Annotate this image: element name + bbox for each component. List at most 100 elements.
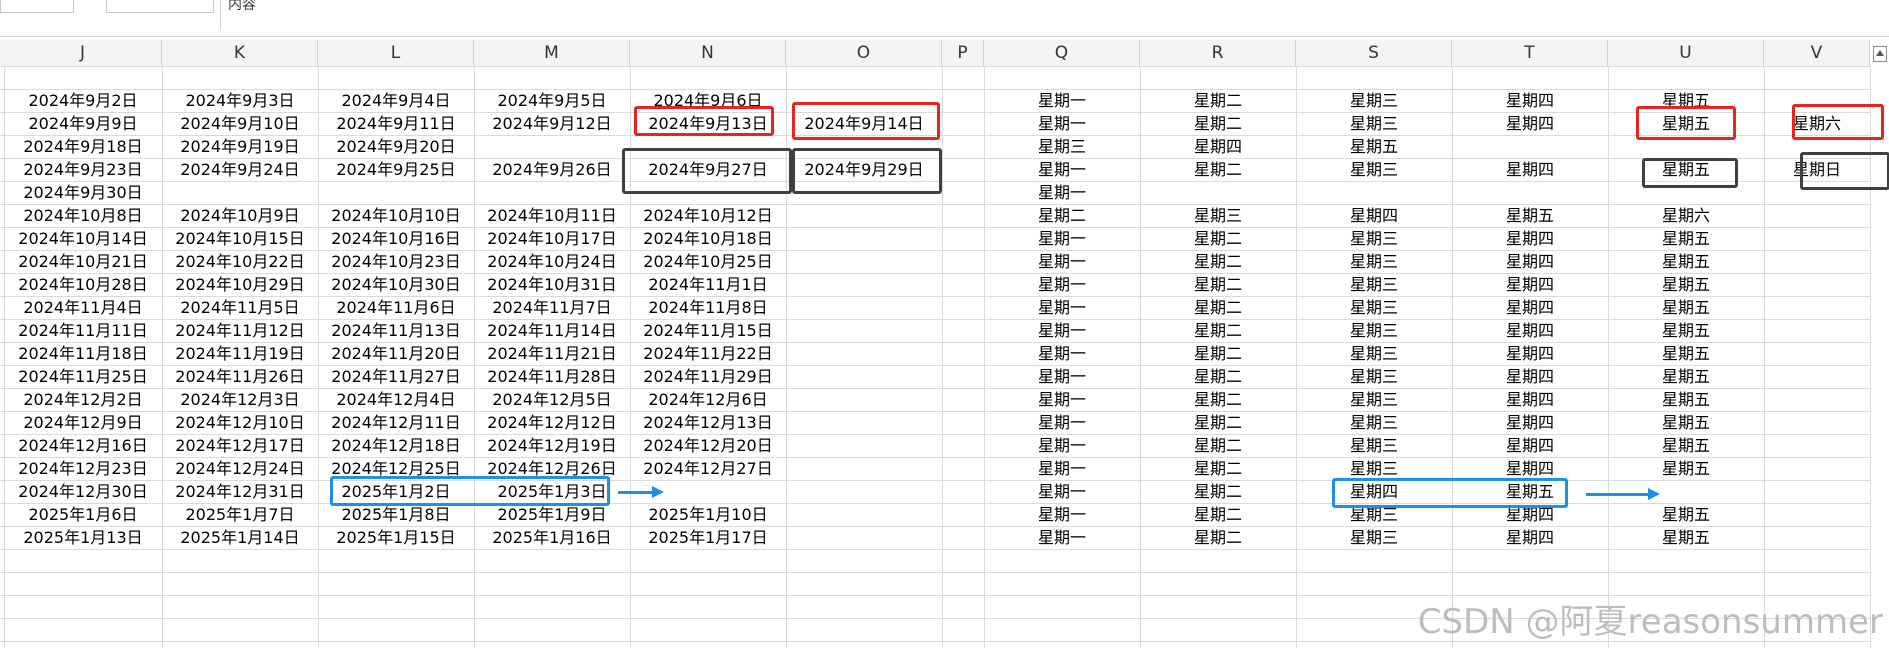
cell-k-8[interactable]: 2024年10月22日 bbox=[162, 250, 318, 273]
cell-u-14[interactable]: 星期五 bbox=[1608, 388, 1764, 411]
formula-input[interactable]: 内容 bbox=[228, 0, 256, 14]
column-header-m[interactable]: M bbox=[474, 40, 630, 66]
cell-m-8[interactable]: 2024年10月24日 bbox=[474, 250, 630, 273]
cell-u-16[interactable]: 星期五 bbox=[1608, 434, 1764, 457]
cell-t-12[interactable]: 星期四 bbox=[1452, 342, 1608, 365]
cell-k-14[interactable]: 2024年12月3日 bbox=[162, 388, 318, 411]
column-header-u[interactable]: U bbox=[1608, 40, 1764, 66]
cell-l-20[interactable]: 2025年1月15日 bbox=[318, 526, 474, 549]
cell-k-18[interactable]: 2024年12月31日 bbox=[162, 480, 318, 503]
cell-s-4[interactable]: 星期三 bbox=[1296, 158, 1452, 181]
cell-u-9[interactable]: 星期五 bbox=[1608, 273, 1764, 296]
cell-s-13[interactable]: 星期三 bbox=[1296, 365, 1452, 388]
cell-m-12[interactable]: 2024年11月21日 bbox=[474, 342, 630, 365]
cell-q-16[interactable]: 星期一 bbox=[984, 434, 1140, 457]
cell-r-14[interactable]: 星期二 bbox=[1140, 388, 1296, 411]
cell-q-6[interactable]: 星期二 bbox=[984, 204, 1140, 227]
cell-k-19[interactable]: 2025年1月7日 bbox=[162, 503, 318, 526]
cell-r-15[interactable]: 星期二 bbox=[1140, 411, 1296, 434]
cell-r-17[interactable]: 星期二 bbox=[1140, 457, 1296, 480]
cell-k-12[interactable]: 2024年11月19日 bbox=[162, 342, 318, 365]
cell-n-20[interactable]: 2025年1月17日 bbox=[630, 526, 786, 549]
column-header-o[interactable]: O bbox=[786, 40, 942, 66]
cell-q-4[interactable]: 星期一 bbox=[984, 158, 1140, 181]
cell-m-14[interactable]: 2024年12月5日 bbox=[474, 388, 630, 411]
cell-r-11[interactable]: 星期二 bbox=[1140, 319, 1296, 342]
column-header-r[interactable]: R bbox=[1140, 40, 1296, 66]
cell-l-3[interactable]: 2024年9月20日 bbox=[318, 135, 474, 158]
cell-s-2[interactable]: 星期三 bbox=[1296, 112, 1452, 135]
cell-j-8[interactable]: 2024年10月21日 bbox=[4, 250, 162, 273]
cell-n-12[interactable]: 2024年11月22日 bbox=[630, 342, 786, 365]
cell-j-12[interactable]: 2024年11月18日 bbox=[4, 342, 162, 365]
cell-k-16[interactable]: 2024年12月17日 bbox=[162, 434, 318, 457]
cell-k-7[interactable]: 2024年10月15日 bbox=[162, 227, 318, 250]
cell-l-1[interactable]: 2024年9月4日 bbox=[318, 89, 474, 112]
cell-s-14[interactable]: 星期三 bbox=[1296, 388, 1452, 411]
cell-q-2[interactable]: 星期一 bbox=[984, 112, 1140, 135]
cell-t-20[interactable]: 星期四 bbox=[1452, 526, 1608, 549]
cell-l-14[interactable]: 2024年12月4日 bbox=[318, 388, 474, 411]
cell-k-13[interactable]: 2024年11月26日 bbox=[162, 365, 318, 388]
cell-q-20[interactable]: 星期一 bbox=[984, 526, 1140, 549]
cell-j-16[interactable]: 2024年12月16日 bbox=[4, 434, 162, 457]
cell-u-12[interactable]: 星期五 bbox=[1608, 342, 1764, 365]
cell-k-10[interactable]: 2024年11月5日 bbox=[162, 296, 318, 319]
cell-j-11[interactable]: 2024年11月11日 bbox=[4, 319, 162, 342]
cell-s-8[interactable]: 星期三 bbox=[1296, 250, 1452, 273]
cell-r-16[interactable]: 星期二 bbox=[1140, 434, 1296, 457]
cell-q-13[interactable]: 星期一 bbox=[984, 365, 1140, 388]
cell-j-3[interactable]: 2024年9月18日 bbox=[4, 135, 162, 158]
cell-n-7[interactable]: 2024年10月18日 bbox=[630, 227, 786, 250]
cell-r-20[interactable]: 星期二 bbox=[1140, 526, 1296, 549]
cell-s-6[interactable]: 星期四 bbox=[1296, 204, 1452, 227]
cell-u-20[interactable]: 星期五 bbox=[1608, 526, 1764, 549]
cell-n-14[interactable]: 2024年12月6日 bbox=[630, 388, 786, 411]
cell-n-13[interactable]: 2024年11月29日 bbox=[630, 365, 786, 388]
cell-m-1[interactable]: 2024年9月5日 bbox=[474, 89, 630, 112]
cell-q-8[interactable]: 星期一 bbox=[984, 250, 1140, 273]
cell-n-17[interactable]: 2024年12月27日 bbox=[630, 457, 786, 480]
cell-j-4[interactable]: 2024年9月23日 bbox=[4, 158, 162, 181]
name-box[interactable] bbox=[0, 0, 74, 13]
cell-u-6[interactable]: 星期六 bbox=[1608, 204, 1764, 227]
cell-s-9[interactable]: 星期三 bbox=[1296, 273, 1452, 296]
cell-r-6[interactable]: 星期三 bbox=[1140, 204, 1296, 227]
cell-t-17[interactable]: 星期四 bbox=[1452, 457, 1608, 480]
cell-k-4[interactable]: 2024年9月24日 bbox=[162, 158, 318, 181]
cell-q-1[interactable]: 星期一 bbox=[984, 89, 1140, 112]
cell-m-20[interactable]: 2025年1月16日 bbox=[474, 526, 630, 549]
cell-n-11[interactable]: 2024年11月15日 bbox=[630, 319, 786, 342]
cell-m-6[interactable]: 2024年10月11日 bbox=[474, 204, 630, 227]
cell-n-8[interactable]: 2024年10月25日 bbox=[630, 250, 786, 273]
column-header-k[interactable]: K bbox=[162, 40, 318, 66]
cell-k-1[interactable]: 2024年9月3日 bbox=[162, 89, 318, 112]
cell-q-5[interactable]: 星期一 bbox=[984, 181, 1140, 204]
cell-q-12[interactable]: 星期一 bbox=[984, 342, 1140, 365]
cell-m-4[interactable]: 2024年9月26日 bbox=[474, 158, 630, 181]
cell-s-10[interactable]: 星期三 bbox=[1296, 296, 1452, 319]
cell-q-18[interactable]: 星期一 bbox=[984, 480, 1140, 503]
cell-q-3[interactable]: 星期三 bbox=[984, 135, 1140, 158]
column-header-n[interactable]: N bbox=[630, 40, 786, 66]
cell-l-12[interactable]: 2024年11月20日 bbox=[318, 342, 474, 365]
cell-l-16[interactable]: 2024年12月18日 bbox=[318, 434, 474, 457]
cell-n-9[interactable]: 2024年11月1日 bbox=[630, 273, 786, 296]
cell-j-13[interactable]: 2024年11月25日 bbox=[4, 365, 162, 388]
cell-r-12[interactable]: 星期二 bbox=[1140, 342, 1296, 365]
cell-u-7[interactable]: 星期五 bbox=[1608, 227, 1764, 250]
cell-r-2[interactable]: 星期二 bbox=[1140, 112, 1296, 135]
cell-l-19[interactable]: 2025年1月8日 bbox=[318, 503, 474, 526]
cell-j-5[interactable]: 2024年9月30日 bbox=[4, 181, 162, 204]
cell-t-8[interactable]: 星期四 bbox=[1452, 250, 1608, 273]
cell-k-17[interactable]: 2024年12月24日 bbox=[162, 457, 318, 480]
column-header-q[interactable]: Q bbox=[984, 40, 1140, 66]
cell-m-7[interactable]: 2024年10月17日 bbox=[474, 227, 630, 250]
scroll-up-icon[interactable] bbox=[1873, 46, 1887, 62]
cell-t-13[interactable]: 星期四 bbox=[1452, 365, 1608, 388]
cell-s-17[interactable]: 星期三 bbox=[1296, 457, 1452, 480]
cell-l-6[interactable]: 2024年10月10日 bbox=[318, 204, 474, 227]
cell-r-8[interactable]: 星期二 bbox=[1140, 250, 1296, 273]
cell-t-2[interactable]: 星期四 bbox=[1452, 112, 1608, 135]
cell-j-2[interactable]: 2024年9月9日 bbox=[4, 112, 162, 135]
